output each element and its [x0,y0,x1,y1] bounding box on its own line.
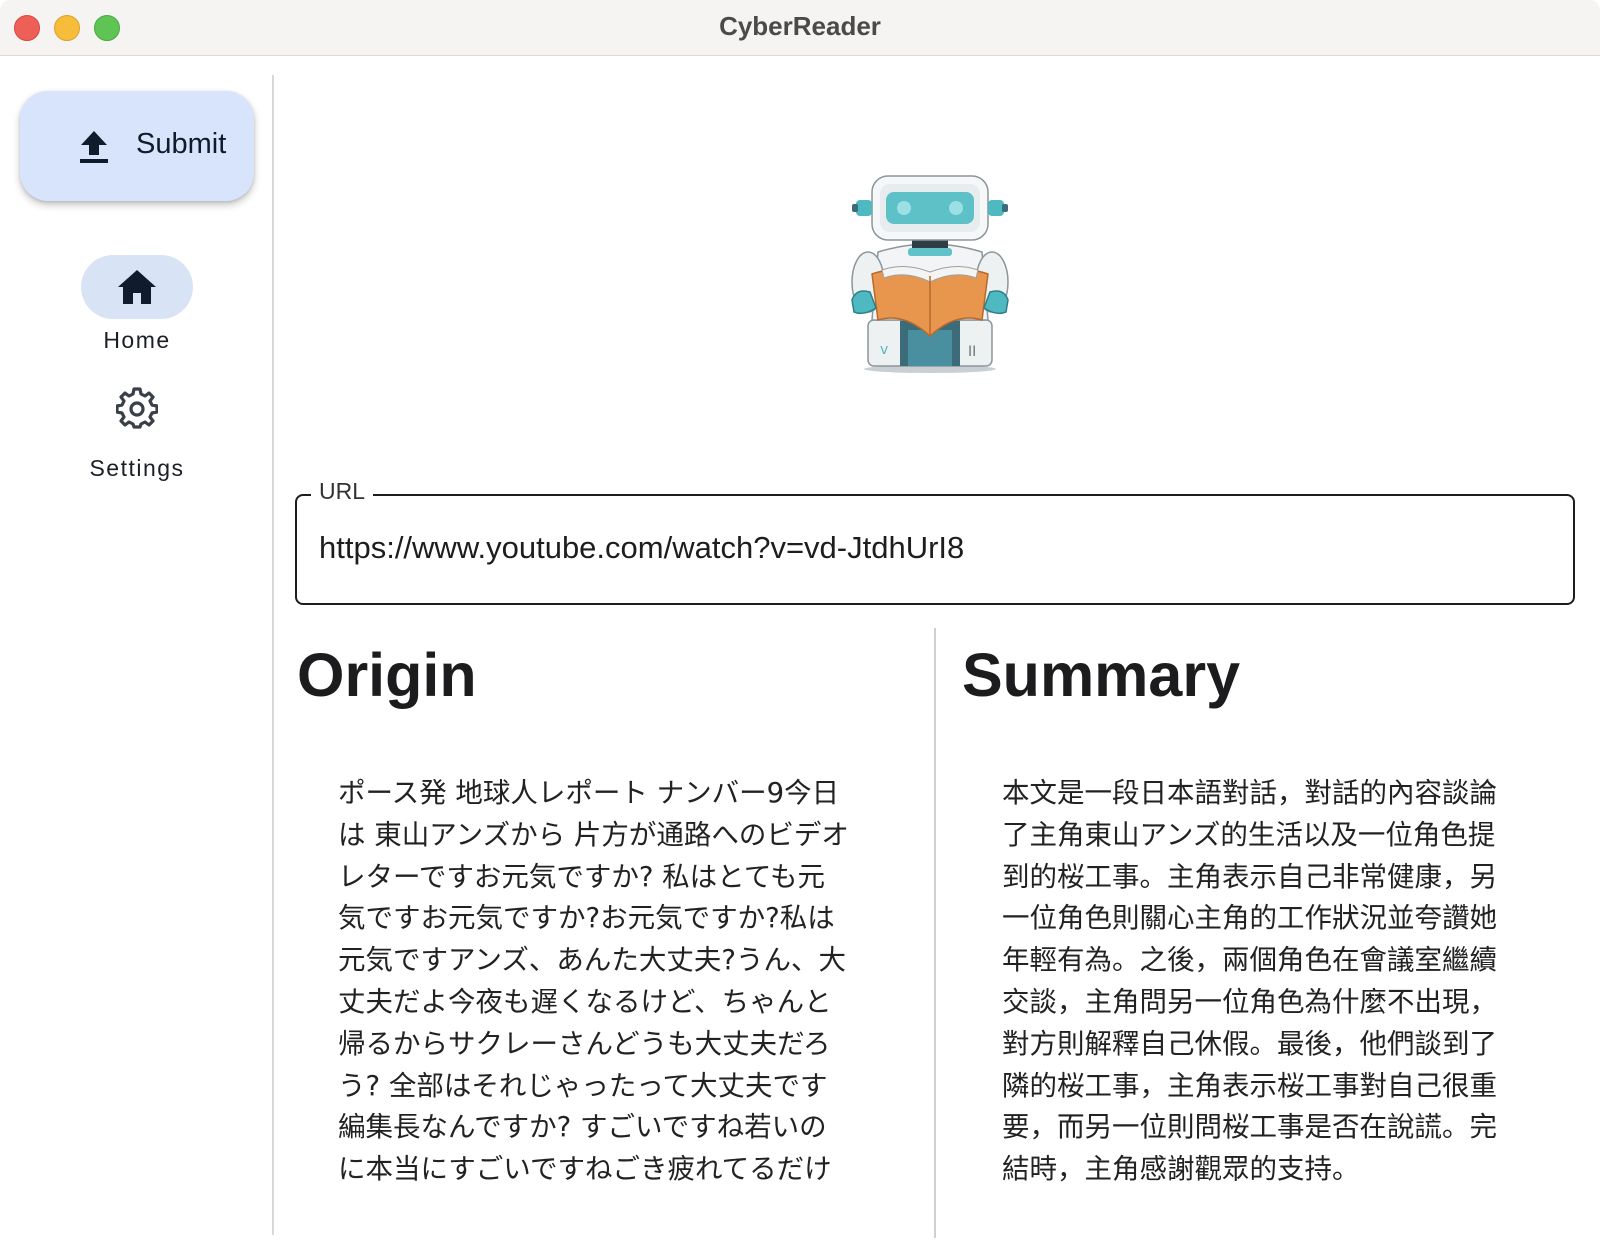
sidebar: Submit Home Settings [0,57,274,1256]
nav-label-home: Home [103,327,171,353]
title-bar: CyberReader [0,0,1600,56]
text-line: 到的桜工事。主角表示自己非常健康，另 [1002,860,1497,893]
window-title: CyberReader [719,11,881,41]
text-line: 結時，主角感謝觀眾的支持。 [1002,1153,1360,1186]
url-field: URL [295,478,1575,605]
text-line: 年輕有為。之後，兩個角色在會議室繼續 [1002,944,1497,977]
svg-text:v: v [880,342,888,358]
nav-item-settings[interactable]: Settings [40,387,234,487]
sidebar-divider [272,75,274,1235]
origin-text: ポース発 地球人レポート ナンバー9今日 は 東山アンズから 片方が通路へのビデ… [338,773,898,1193]
text-line: 丈夫だよ今夜も遅くなるけど、ちゃんと [338,985,832,1018]
nav-item-home[interactable]: Home [40,255,234,365]
text-line: う? 全部はそれじゃったって大丈夫です [338,1069,828,1102]
origin-heading: Origin [297,641,477,709]
svg-text:II: II [968,344,976,360]
text-line: 本文是一段日本語對話，對話的內容談論 [1002,777,1497,809]
text-line: 對方則解釋自己休假。最後，他們談到了 [1002,1027,1497,1060]
summary-text: 本文是一段日本語對話，對話的內容談論 了主角東山アンズ的生活以及一位角色提 到的… [1002,773,1562,1193]
gear-icon [116,387,158,429]
submit-label: Submit [136,128,227,160]
text-line: 帰るからサクレーさんどうも大丈夫だろ [338,1027,831,1060]
url-input[interactable] [319,530,1549,566]
text-line: 了主角東山アンズ的生活以及一位角色提 [1002,818,1496,851]
text-line: 編集長なんですか? すごいですね若いの [338,1111,827,1144]
summary-heading: Summary [962,641,1241,709]
robot-reading-logo: v II [851,175,1009,373]
text-line: 元気ですアンズ、あんた大丈夫?うん、大 [338,944,846,977]
text-line: 一位角色則關心主角的工作狀況並夸讚她 [1002,902,1497,935]
text-line: 気ですお元気ですか?お元気ですか?私は [338,902,835,935]
submit-button[interactable]: Submit [20,91,254,201]
nav-label-settings: Settings [89,455,185,481]
home-icon [118,270,156,304]
app-window: CyberReader Submit Home Settings v II UR… [0,0,1600,1256]
text-line: は 東山アンズから 片方が通路へのビデオ [338,818,849,851]
text-line: に本当にすごいですねごき疲れてるだけ [338,1153,832,1186]
column-divider [934,628,936,1238]
text-line: 交談，主角問另一位角色為什麼不出現， [1002,985,1497,1018]
url-field-label: URL [311,478,374,505]
text-line: レターですお元気ですか? 私はとても元 [338,860,825,893]
text-line: 隣的桜工事，主角表示桜工事對自己很重 [1002,1069,1497,1102]
upload-icon [80,131,108,163]
text-line: ポース発 地球人レポート ナンバー9今日 [338,777,840,809]
text-line: 要，而另一位則問桜工事是否在說謊。完 [1002,1111,1497,1144]
nav-selected-indicator [81,255,193,319]
